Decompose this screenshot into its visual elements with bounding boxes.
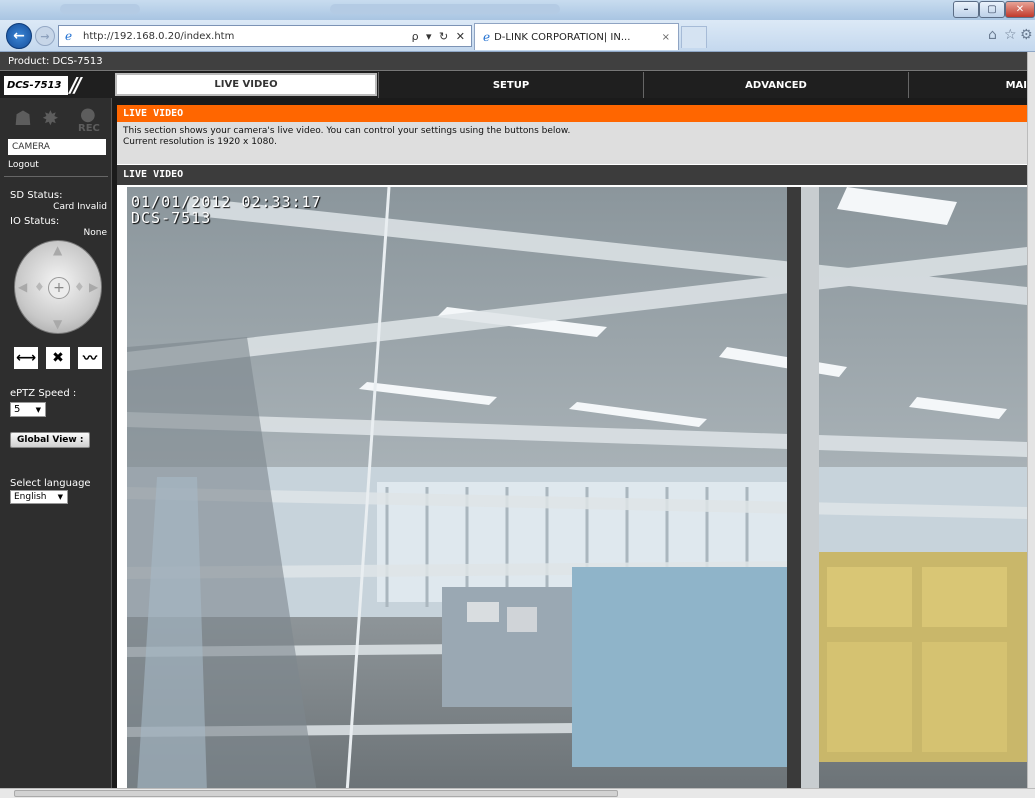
language-select[interactable]: English ▼ bbox=[10, 490, 68, 504]
ptz-left-arrow-icon[interactable]: ◀ bbox=[18, 280, 27, 294]
tab-title: D-LINK CORPORATION| IN... bbox=[494, 31, 631, 43]
address-toolbar: ← → ℯ http://192.168.0.20/index.htm ρ ▾ … bbox=[0, 20, 1035, 52]
blurred-window-title bbox=[330, 4, 560, 14]
description-line-1: This section shows your camera's live vi… bbox=[123, 126, 571, 136]
io-status-label: IO Status: bbox=[10, 216, 60, 227]
sidebar-item-logout[interactable]: Logout bbox=[8, 160, 39, 170]
eptz-speed-label: ePTZ Speed : bbox=[10, 388, 77, 399]
close-tab-icon[interactable]: × bbox=[662, 32, 670, 43]
section-header: LIVE VIDEO bbox=[117, 105, 1027, 122]
io-status-value: None bbox=[83, 228, 107, 238]
record-dot-icon: ● bbox=[80, 104, 96, 125]
horizontal-scroll-thumb[interactable] bbox=[14, 790, 618, 797]
gear-icon[interactable]: ⚙ bbox=[1020, 27, 1033, 43]
sidebar: ☗ ✸ ● REC CAMERA Logout SD Status: Card … bbox=[0, 98, 112, 788]
close-window-button[interactable]: ✕ bbox=[1005, 1, 1035, 18]
main-menubar: DCS-7513 // LIVE VIDEO SETUP ADVANCED MA… bbox=[0, 72, 1027, 98]
arrow-left-icon: ← bbox=[13, 28, 25, 44]
ptz-zoom-in-icon[interactable]: ♦ bbox=[74, 280, 85, 294]
tab-setup[interactable]: SETUP bbox=[378, 72, 643, 98]
main-content: LIVE VIDEO This section shows your camer… bbox=[117, 105, 1027, 793]
browser-tab[interactable]: ℯ D-LINK CORPORATION| IN... × bbox=[474, 23, 679, 50]
video-frame bbox=[127, 187, 1027, 793]
horizontal-scrollbar[interactable] bbox=[0, 788, 1035, 798]
minimize-button[interactable]: – bbox=[953, 1, 979, 18]
ie-tab-icon: ℯ bbox=[483, 30, 491, 44]
ptz-control-pad[interactable]: ▲ ▼ ◀ ▶ ♦ ♦ + bbox=[14, 240, 102, 334]
osd-camera-name: DCS-7513 bbox=[131, 209, 212, 227]
product-bar: Product: DCS-7513 bbox=[0, 52, 1027, 71]
rec-indicator: REC bbox=[78, 123, 100, 134]
stop-button[interactable]: ✖ bbox=[46, 347, 70, 369]
home-icon[interactable]: ⌂ bbox=[988, 27, 997, 43]
zigzag-path-icon: 〰 bbox=[83, 351, 97, 367]
live-video-stream[interactable]: 01/01/2012 02:33:17 DCS-7513 bbox=[127, 187, 1027, 793]
back-button[interactable]: ← bbox=[6, 23, 32, 49]
patrol-button[interactable]: 〰 bbox=[78, 347, 102, 369]
sd-status-value: Card Invalid bbox=[53, 202, 107, 212]
ptz-up-arrow-icon[interactable]: ▲ bbox=[53, 243, 62, 257]
motion-detect-icon: ✸ bbox=[42, 106, 59, 130]
language-label: Select language bbox=[10, 478, 91, 489]
forward-button[interactable]: → bbox=[35, 26, 55, 46]
language-value: English bbox=[14, 492, 47, 502]
pan-button[interactable]: ⟷ bbox=[14, 347, 38, 369]
stop-x-icon: ✖ bbox=[52, 350, 64, 366]
ie-page-icon: ℯ bbox=[65, 29, 73, 43]
eptz-speed-select[interactable]: 5 ▼ bbox=[10, 402, 46, 417]
global-view-button[interactable]: Global View : bbox=[10, 432, 90, 448]
sidebar-item-camera[interactable]: CAMERA bbox=[8, 139, 106, 155]
tab-live-video[interactable]: LIVE VIDEO bbox=[115, 73, 377, 96]
address-text: http://192.168.0.20/index.htm bbox=[83, 30, 235, 42]
new-tab-button[interactable] bbox=[681, 26, 707, 48]
vertical-scrollbar[interactable] bbox=[1027, 52, 1035, 788]
address-bar[interactable]: ℯ http://192.168.0.20/index.htm ρ ▾ ↻ ✕ bbox=[58, 25, 472, 47]
horizontal-arrows-icon: ⟷ bbox=[15, 350, 37, 366]
ptz-right-arrow-icon[interactable]: ▶ bbox=[89, 280, 98, 294]
tab-advanced[interactable]: ADVANCED bbox=[643, 72, 908, 98]
description-line-2: Current resolution is 1920 x 1080. bbox=[123, 137, 277, 147]
logo-slashes: // bbox=[70, 73, 81, 97]
star-icon[interactable]: ☆ bbox=[1004, 27, 1017, 43]
sd-status-label: SD Status: bbox=[10, 190, 63, 201]
tab-maintenance[interactable]: MAI bbox=[908, 72, 1027, 98]
chevron-down-icon: ▼ bbox=[35, 405, 41, 414]
address-tools-icons[interactable]: ρ ▾ ↻ ✕ bbox=[412, 30, 467, 43]
blurred-title-fragment bbox=[60, 4, 140, 14]
window-titlebar: – ▢ ✕ bbox=[0, 0, 1035, 20]
camera-logo: DCS-7513 bbox=[4, 76, 68, 95]
video-header: LIVE VIDEO bbox=[117, 165, 1027, 185]
chevron-down-icon: ▼ bbox=[57, 493, 63, 501]
sidebar-divider bbox=[4, 176, 108, 177]
section-description: This section shows your camera's live vi… bbox=[117, 122, 1027, 164]
ptz-zoom-out-icon[interactable]: ♦ bbox=[34, 280, 45, 294]
alarm-light-icon: ☗ bbox=[14, 106, 32, 130]
ptz-down-arrow-icon[interactable]: ▼ bbox=[53, 317, 62, 331]
ptz-home-button[interactable]: + bbox=[48, 277, 70, 299]
arrow-right-icon: → bbox=[40, 29, 50, 43]
status-indicators: ☗ ✸ ● REC bbox=[8, 104, 108, 136]
maximize-button[interactable]: ▢ bbox=[979, 1, 1005, 18]
eptz-speed-value: 5 bbox=[14, 404, 21, 415]
